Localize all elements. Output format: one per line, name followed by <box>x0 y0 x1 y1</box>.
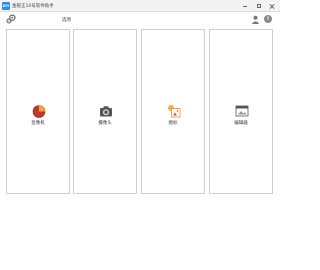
panel-label: 变像机 <box>31 121 45 126</box>
panel-camera[interactable]: 摄像头 <box>73 29 137 194</box>
maximize-button[interactable] <box>255 2 263 10</box>
panel-label: 图标 <box>168 121 178 126</box>
panel-label: 编辑器 <box>234 121 248 126</box>
close-button[interactable] <box>268 2 276 10</box>
image-icon <box>168 105 181 118</box>
camera-icon <box>100 106 112 117</box>
window-title: 金银王10号软件助手 <box>12 4 54 9</box>
empty-area <box>0 194 280 270</box>
toolbar: 选项 i <box>0 12 280 28</box>
minimize-button[interactable] <box>241 2 249 10</box>
settings-gear-icon[interactable] <box>6 14 16 24</box>
panel-icons[interactable]: 图标 <box>141 29 205 194</box>
panel-label: 摄像头 <box>98 121 112 126</box>
mic-ball-icon <box>32 105 46 118</box>
panel-voice-changer[interactable]: 变像机 <box>6 29 70 194</box>
title-bar: DIY 金银王10号软件助手 <box>0 0 280 12</box>
options-tab[interactable]: 选项 <box>62 17 71 23</box>
app-icon: DIY <box>2 2 10 10</box>
user-icon[interactable] <box>251 15 260 24</box>
info-icon[interactable]: i <box>264 15 272 23</box>
editor-window-icon <box>235 105 249 117</box>
panel-editor[interactable]: 编辑器 <box>209 29 273 194</box>
